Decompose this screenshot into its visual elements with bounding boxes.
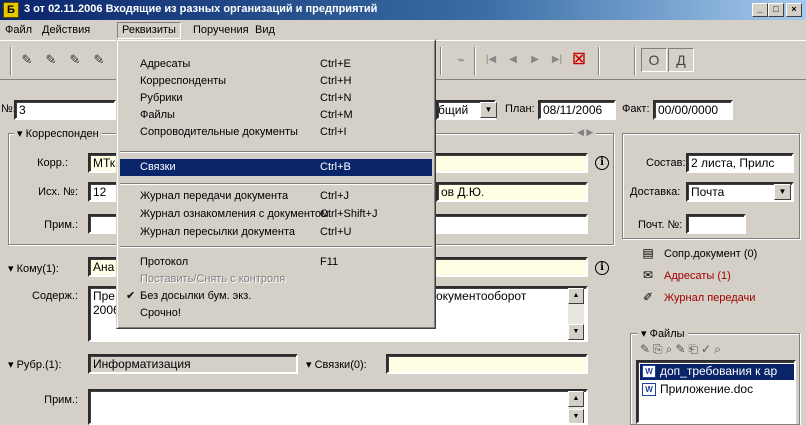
menu-file[interactable]: Файл bbox=[0, 22, 37, 39]
scroll-up-icon[interactable]: ▲ bbox=[568, 288, 584, 304]
menu-requisites[interactable]: Реквизиты bbox=[117, 22, 181, 39]
files-group-label[interactable]: ▾ Файлы bbox=[638, 327, 688, 340]
link-icon[interactable]: ⌁ bbox=[450, 49, 472, 71]
recipient-label[interactable]: ▾ Кому(1): bbox=[8, 262, 59, 275]
title-bar[interactable]: Б 3 от 02.11.2006 Входящие из разных орг… bbox=[0, 0, 806, 20]
menu-separator bbox=[120, 183, 432, 185]
next-record-icon[interactable]: ▶ bbox=[524, 49, 546, 71]
rubric-label[interactable]: ▾ Рубр.(1): bbox=[8, 358, 62, 371]
toolbar-toggle-o[interactable]: О bbox=[641, 48, 667, 72]
menu-item-urgent[interactable]: Срочно! bbox=[120, 305, 432, 322]
postal-number-label: Почт. №: bbox=[638, 219, 683, 231]
links-label[interactable]: ▾ Связки(0): bbox=[306, 358, 367, 371]
new-doc-icon[interactable]: ✎ bbox=[16, 49, 38, 71]
scroll-down-icon[interactable]: ▼ bbox=[568, 324, 584, 340]
menu-item-links[interactable]: Связки Ctrl+B bbox=[120, 159, 432, 176]
scroll-up-icon[interactable]: ▲ bbox=[568, 391, 584, 407]
menu-item-rubrics[interactable]: Рубрики Ctrl+N bbox=[120, 90, 432, 107]
toolbar-separator bbox=[440, 47, 442, 75]
window-title: 3 от 02.11.2006 Входящие из разных орган… bbox=[24, 3, 378, 15]
toolbar-separator bbox=[634, 47, 636, 75]
postal-number-field[interactable] bbox=[686, 214, 746, 234]
content-line-tail: окументооборот bbox=[436, 289, 527, 303]
menu-item-forwarding-journal[interactable]: Журнал пересылки документа Ctrl+U bbox=[120, 224, 432, 241]
menu-actions[interactable]: Действия bbox=[37, 22, 95, 39]
toolbar-separator bbox=[598, 47, 600, 75]
addressees-icon: ✉ bbox=[642, 268, 654, 282]
menu-bar: Файл Действия Реквизиты Поручения Вид bbox=[0, 20, 806, 40]
minimize-button[interactable]: _ bbox=[752, 3, 768, 17]
menu-separator bbox=[120, 246, 432, 248]
group-nav-arrows[interactable]: ◀ ▶ bbox=[574, 127, 597, 138]
new-doc-icon[interactable]: ✎ bbox=[64, 49, 86, 71]
delete-icon[interactable]: ☒ bbox=[568, 49, 590, 71]
toolbar-toggle-d[interactable]: Д bbox=[668, 48, 694, 72]
toolbar-separator bbox=[10, 47, 12, 75]
note2-scrollbar[interactable]: ▲ ▼ bbox=[568, 391, 584, 423]
menu-item-review-journal[interactable]: Журнал ознакомления с документом Ctrl+Shi… bbox=[120, 206, 432, 223]
requisites-dropdown-menu: Адресаты Ctrl+E Корреспонденты Ctrl+H Рубр… bbox=[116, 39, 436, 329]
menu-item-files[interactable]: Файлы Ctrl+M bbox=[120, 107, 432, 124]
outgoing-number-field[interactable]: 12 bbox=[88, 182, 118, 202]
chevron-down-icon[interactable]: ▼ bbox=[774, 184, 791, 200]
rubric-field[interactable]: Информатизация bbox=[88, 354, 298, 374]
composition-label: Состав: bbox=[646, 157, 686, 169]
menu-item-correspondents[interactable]: Корреспонденты Ctrl+H bbox=[120, 73, 432, 90]
transfer-journal-link[interactable]: ✐ Журнал передачи bbox=[640, 290, 755, 306]
files-toolbar-icons[interactable]: ✎⎘⌕✎⎗✓⌕ bbox=[640, 342, 724, 357]
files-list[interactable]: Wдоп_требования к ар W Приложение.doc bbox=[636, 360, 796, 424]
note2-label: Прим.: bbox=[44, 394, 78, 406]
menu-tasks[interactable]: Поручения bbox=[188, 22, 254, 39]
menu-view[interactable]: Вид bbox=[250, 22, 280, 39]
info-icon[interactable]: i bbox=[595, 261, 609, 275]
document-icon: ▤ bbox=[642, 246, 654, 260]
composition-field[interactable]: 2 листа, Прилс bbox=[686, 153, 794, 173]
file-item[interactable]: W Приложение.doc bbox=[640, 382, 794, 398]
word-doc-icon: W bbox=[642, 383, 656, 396]
app-icon: Б bbox=[3, 2, 19, 18]
correspondent-group-label[interactable]: ▾ Корреспонден bbox=[14, 127, 102, 140]
note-label: Прим.: bbox=[44, 219, 78, 231]
menu-item-transfer-journal[interactable]: Журнал передачи документа Ctrl+J bbox=[120, 188, 432, 205]
plan-label: План: bbox=[505, 103, 535, 115]
note2-textarea[interactable]: ▲ ▼ bbox=[88, 389, 588, 425]
toolbar-separator bbox=[474, 47, 476, 75]
links-field[interactable] bbox=[386, 354, 588, 374]
file-item[interactable]: Wдоп_требования к ар bbox=[640, 364, 794, 380]
outgoing-number-label: Исх. №: bbox=[38, 186, 78, 198]
content-scrollbar[interactable]: ▲ ▼ bbox=[568, 288, 584, 340]
fact-label: Факт: bbox=[622, 103, 650, 115]
scroll-down-icon[interactable]: ▼ bbox=[568, 409, 584, 423]
menu-item-addressees[interactable]: Адресаты Ctrl+E bbox=[120, 56, 432, 73]
content-label: Содерж.: bbox=[32, 290, 78, 302]
addressees-link[interactable]: ✉ Адресаты (1) bbox=[640, 268, 731, 284]
plan-date-field[interactable]: 08/11/2006 bbox=[538, 100, 616, 120]
close-button[interactable]: × bbox=[786, 3, 802, 17]
word-doc-icon: W bbox=[642, 365, 656, 378]
menu-item-no-paper-copy[interactable]: ✔ Без досылки бум. экз. bbox=[120, 288, 432, 305]
info-icon[interactable]: i bbox=[595, 156, 609, 170]
menu-item-protocol[interactable]: Протокол F11 bbox=[120, 254, 432, 271]
signer-field[interactable]: ов Д.Ю. bbox=[436, 182, 588, 202]
korr-label: Корр.: bbox=[37, 157, 68, 169]
menu-item-control-toggle: Поставить/Снять с контроля bbox=[140, 273, 286, 285]
accompanying-doc-link[interactable]: ▤ Сопр.документ (0) bbox=[640, 246, 757, 262]
delivery-label: Доставка: bbox=[630, 186, 681, 198]
chevron-down-icon[interactable]: ▼ bbox=[480, 102, 497, 118]
first-record-icon[interactable]: |◀ bbox=[480, 49, 502, 71]
checkmark-icon: ✔ bbox=[126, 290, 136, 302]
menu-separator bbox=[120, 151, 432, 153]
maximize-button[interactable]: □ bbox=[768, 3, 784, 17]
new-doc-icon[interactable]: ✎ bbox=[40, 49, 62, 71]
fact-date-field[interactable]: 00/00/0000 bbox=[653, 100, 733, 120]
number-field[interactable]: 3 bbox=[14, 100, 116, 120]
prev-record-icon[interactable]: ◀ bbox=[502, 49, 524, 71]
menu-item-accompanying-docs[interactable]: Сопроводительные документы Ctrl+I bbox=[120, 124, 432, 141]
last-record-icon[interactable]: ▶| bbox=[546, 49, 568, 71]
journal-icon: ✐ bbox=[642, 290, 654, 304]
new-doc-icon[interactable]: ✎ bbox=[88, 49, 110, 71]
